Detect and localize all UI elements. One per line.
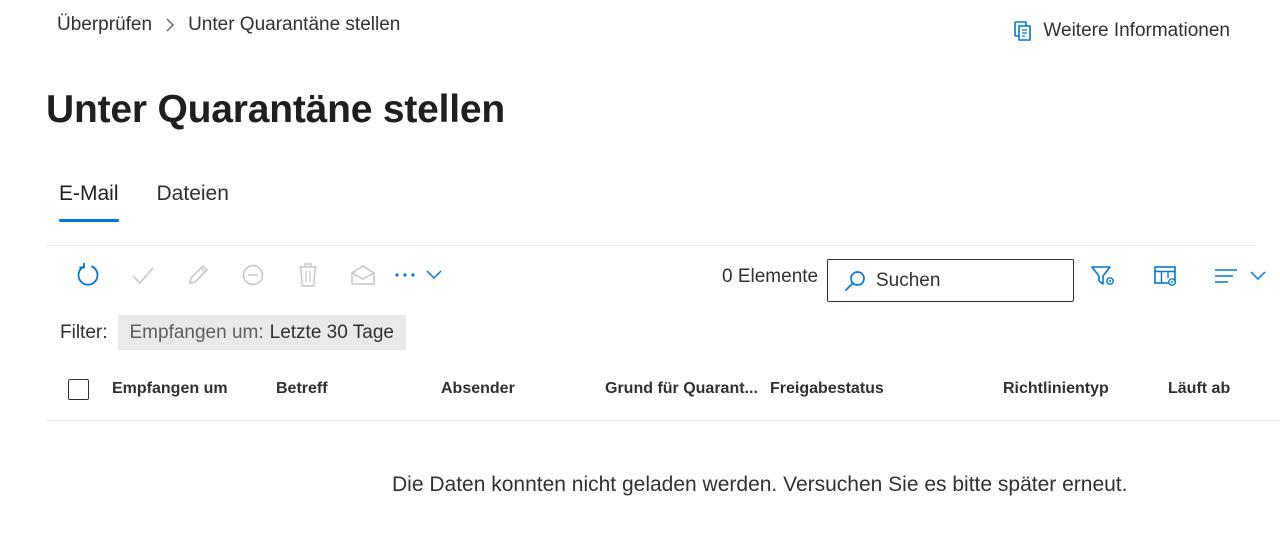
filter-button[interactable]: [1086, 258, 1120, 298]
more-information-link[interactable]: Weitere Informationen: [1013, 18, 1230, 44]
edit-icon: [186, 263, 210, 292]
edit-button[interactable]: [170, 257, 225, 297]
breadcrumb-item-ueberpruefen[interactable]: Überprüfen: [57, 14, 152, 36]
view-tools: [1086, 258, 1276, 298]
checkmark-icon: [131, 265, 155, 290]
delete-icon: [297, 262, 319, 293]
load-error-message: Die Daten konnten nicht geladen werden. …: [392, 473, 1128, 496]
breadcrumb: Überprüfen Unter Quarantäne stellen: [57, 13, 400, 37]
search-input[interactable]: [876, 269, 1056, 292]
column-settings-icon: [1153, 264, 1179, 293]
mail-read-icon: [350, 264, 376, 291]
filter-label: Filter:: [60, 321, 108, 343]
column-header-policy-type[interactable]: Richtlinientyp: [1003, 380, 1109, 398]
release-button[interactable]: [115, 257, 170, 297]
column-header-received[interactable]: Empfangen um: [112, 380, 228, 398]
refresh-icon: [75, 262, 101, 293]
filter-icon: [1090, 264, 1116, 293]
tab-email[interactable]: E-Mail: [59, 178, 119, 224]
filter-chip-value: Letzte 30 Tage: [269, 321, 394, 343]
group-by-icon: [1213, 266, 1269, 291]
command-toolbar: [60, 256, 450, 298]
filter-chip-key: Empfangen um:: [129, 321, 264, 343]
column-header-release-status[interactable]: Freigabestatus: [770, 380, 884, 398]
customize-columns-button[interactable]: [1138, 258, 1194, 298]
filter-row: Filter: Empfangen um: Letzte 30 Tage: [60, 315, 406, 350]
filter-chip-received[interactable]: Empfangen um: Letzte 30 Tage: [117, 315, 406, 350]
search-box[interactable]: [827, 259, 1074, 302]
more-information-label: Weitere Informationen: [1043, 20, 1230, 41]
delete-button[interactable]: [280, 257, 335, 297]
block-button[interactable]: [225, 257, 280, 297]
refresh-button[interactable]: [60, 257, 115, 297]
select-all-checkbox[interactable]: [68, 379, 89, 400]
preview-message-button[interactable]: [335, 257, 390, 297]
more-icon: [394, 265, 446, 290]
more-actions-button[interactable]: [390, 257, 450, 297]
table-header-divider: [46, 420, 1280, 421]
page-title: Unter Quarantäne stellen: [46, 88, 505, 131]
group-by-button[interactable]: [1206, 258, 1276, 298]
table-header: Empfangen um Betreff Absender Grund für …: [46, 368, 1280, 410]
search-icon: [844, 270, 866, 292]
divider: [46, 245, 1256, 246]
block-icon: [241, 263, 265, 292]
column-header-sender[interactable]: Absender: [441, 380, 515, 398]
breadcrumb-item-current: Unter Quarantäne stellen: [188, 14, 401, 35]
chevron-right-icon: [152, 18, 188, 32]
column-header-quarantine-reason[interactable]: Grund für Quarant...: [605, 380, 758, 398]
item-count: 0 Elemente: [722, 266, 819, 287]
tab-files[interactable]: Dateien: [157, 178, 229, 224]
document-copy-icon: [1013, 20, 1033, 42]
column-header-expires[interactable]: Läuft ab: [1168, 380, 1230, 398]
tab-bar: E-Mail Dateien: [59, 178, 267, 224]
column-header-subject[interactable]: Betreff: [276, 380, 328, 398]
